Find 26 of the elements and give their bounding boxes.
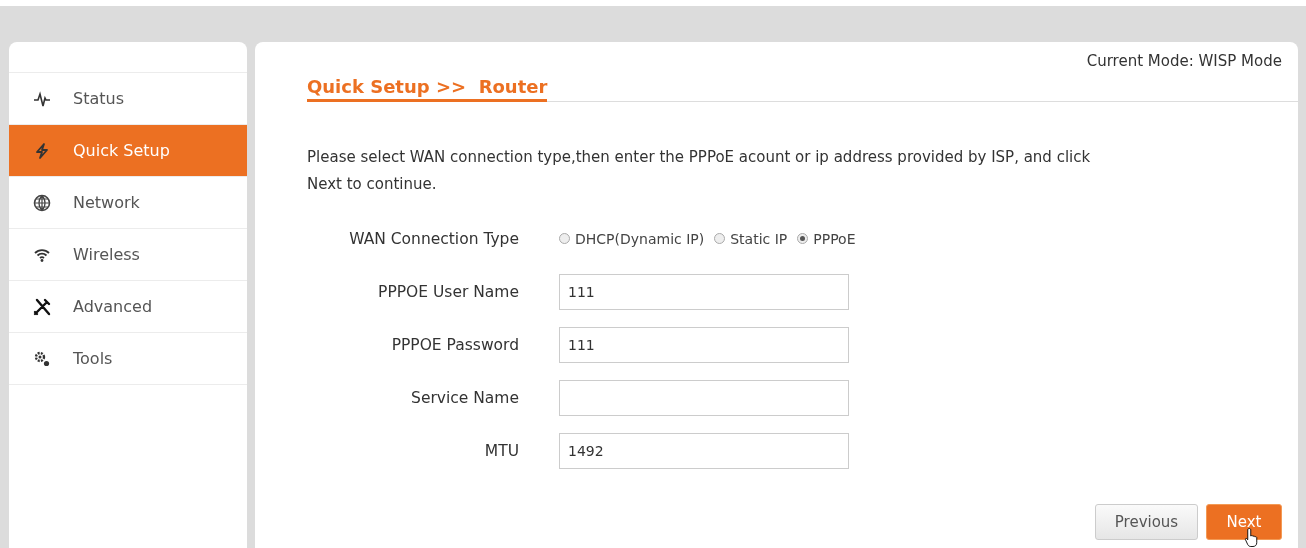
sidebar-item[interactable]: Wireless [9,228,247,280]
field-label: PPPOE User Name [377,282,519,301]
radio-button[interactable] [559,233,570,244]
field-label: WAN Connection Type [348,229,519,248]
wrench-screwdriver-icon [33,297,51,316]
input-field[interactable]: 1492 [559,432,849,469]
field-label: MTU [483,441,519,460]
input-field[interactable]: 111 [559,273,849,310]
sidebar-item[interactable]: Network [9,176,247,228]
radio-button[interactable] [714,233,726,244]
instructions-text: Please select WAN connection type,then enter the PPPoE acount or ip address provided by ISP, and click Next to continue. [307,147,1092,195]
sidebar-item[interactable]: Tools [9,332,247,385]
input-field[interactable] [559,379,849,416]
input-field[interactable]: 111 [559,326,849,363]
radio-option[interactable]: PPPoE [797,230,856,247]
radio-button[interactable] [797,233,809,244]
globe-icon [33,193,51,212]
lightning-icon [33,141,51,160]
field-label: PPPOE Password [390,335,519,354]
sidebar-item[interactable]: Advanced [9,280,247,332]
page-heading: Quick Setup >> Router [307,76,548,102]
radio-option[interactable]: DHCP(Dynamic IP) [559,230,705,247]
field-label: Service Name [410,388,519,407]
mode-label: Current Mode: WISP Mode [1086,52,1282,70]
radio-option[interactable]: Static IP [714,230,788,247]
previous-button[interactable]: Previous [1095,504,1198,540]
